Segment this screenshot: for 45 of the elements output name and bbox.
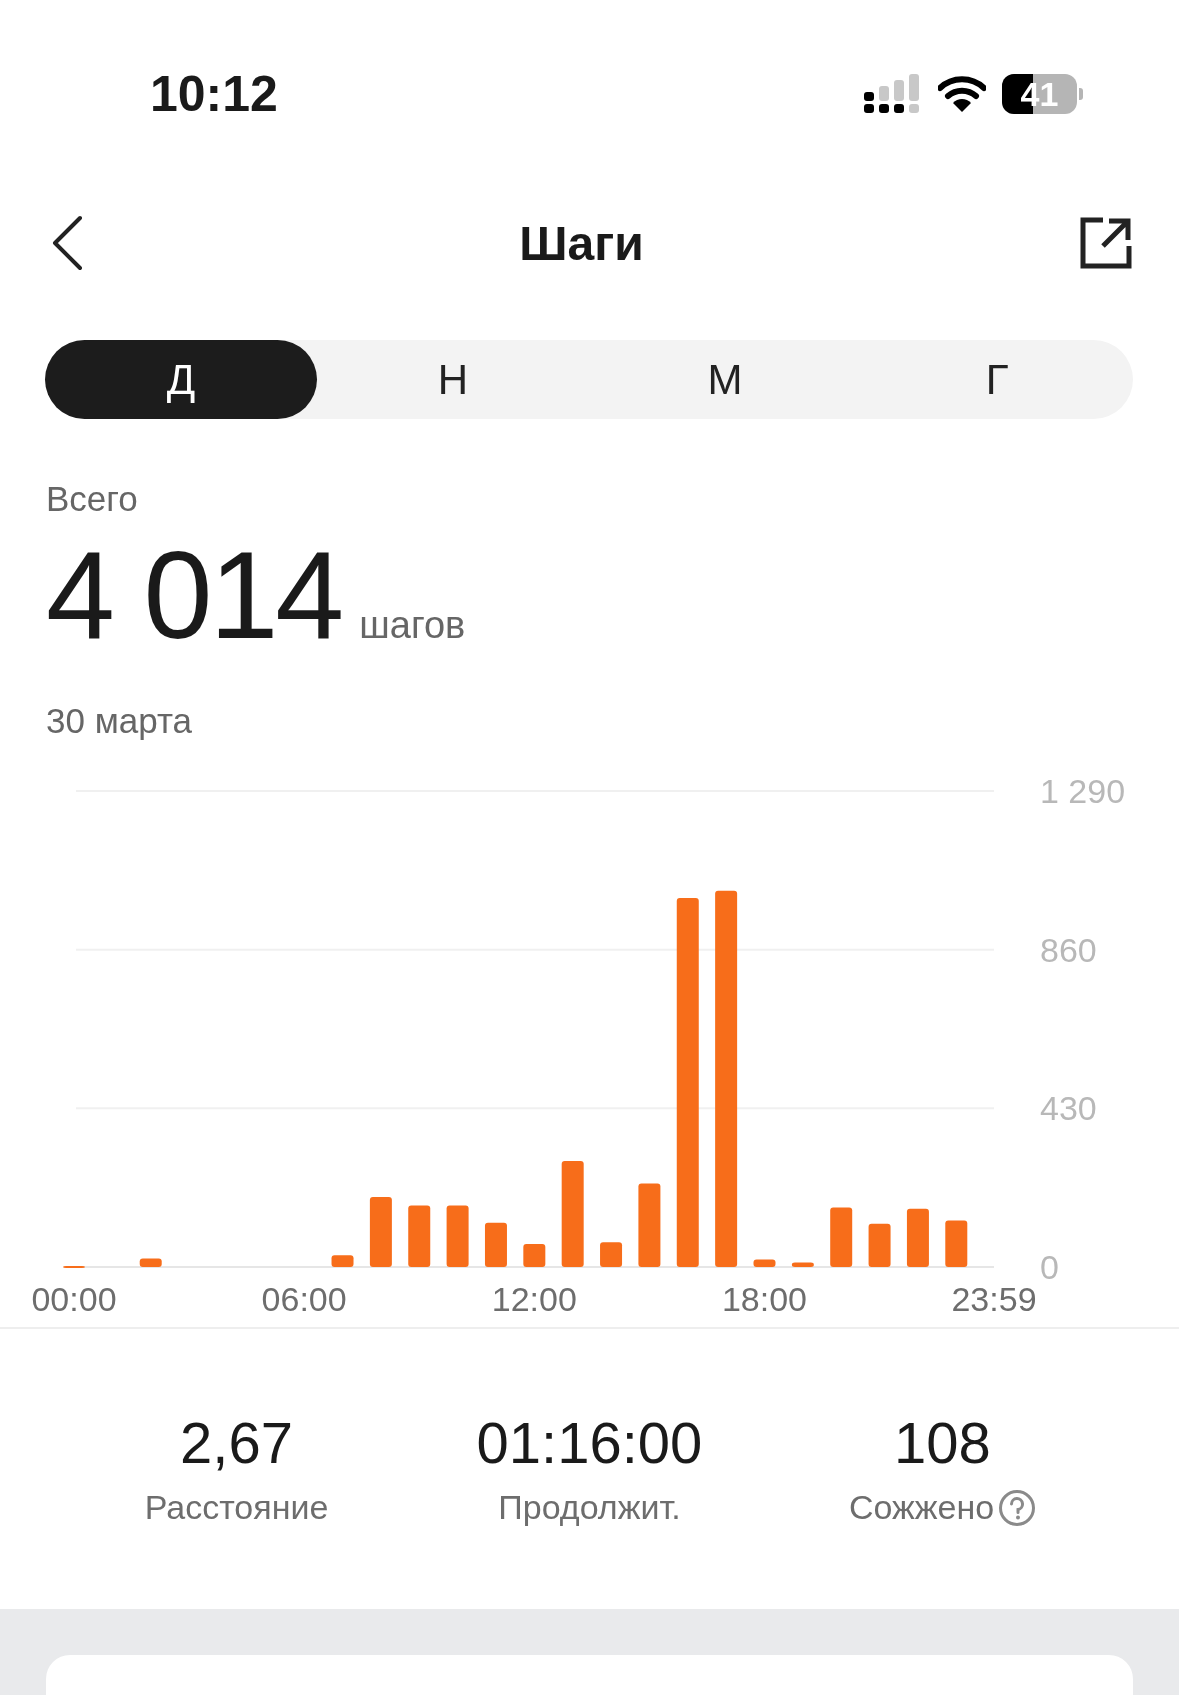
share-icon[interactable] bbox=[1079, 216, 1133, 271]
signal-icon bbox=[864, 74, 922, 115]
period-tab[interactable]: Г bbox=[861, 339, 1133, 420]
y-axis-label: 430 bbox=[1040, 1089, 1097, 1128]
x-axis-label: 06:00 bbox=[261, 1280, 347, 1319]
period-tab[interactable]: М bbox=[589, 339, 861, 420]
status-time: 10:12 bbox=[150, 65, 278, 124]
bar bbox=[446, 1205, 469, 1268]
bar bbox=[753, 1260, 776, 1268]
bar bbox=[906, 1209, 929, 1268]
x-axis-label: 23:59 bbox=[951, 1280, 1037, 1319]
y-axis-label: 1 290 bbox=[1040, 772, 1126, 811]
total-label: Всего bbox=[46, 479, 138, 520]
bar bbox=[331, 1255, 354, 1268]
bar bbox=[484, 1223, 507, 1268]
total-steps: 4 014 bbox=[46, 533, 342, 658]
period-tab[interactable]: Н bbox=[317, 339, 589, 420]
stat-value: 2,67 bbox=[180, 1409, 293, 1477]
date-label: 30 марта bbox=[46, 701, 192, 742]
stat-value: 01:16:00 bbox=[476, 1409, 703, 1477]
bar bbox=[791, 1263, 814, 1268]
period-tab[interactable]: Д bbox=[45, 339, 317, 420]
bar bbox=[63, 1266, 85, 1269]
bar bbox=[523, 1244, 546, 1268]
stat-label: Продолжит. bbox=[498, 1488, 681, 1528]
x-axis-label: 00:00 bbox=[31, 1280, 117, 1319]
bar bbox=[369, 1197, 392, 1268]
bar bbox=[408, 1205, 431, 1268]
wifi-icon bbox=[938, 75, 986, 114]
y-axis-label: 0 bbox=[1040, 1248, 1059, 1287]
y-axis-label: 860 bbox=[1040, 931, 1097, 970]
stat-value: 108 bbox=[894, 1409, 991, 1477]
stat-label: Сожжено bbox=[848, 1488, 995, 1528]
bar bbox=[139, 1258, 162, 1268]
bar bbox=[868, 1224, 891, 1268]
bar bbox=[600, 1242, 623, 1268]
help-icon[interactable] bbox=[998, 1488, 1037, 1527]
x-axis-label: 12:00 bbox=[491, 1280, 577, 1319]
back-icon[interactable] bbox=[50, 215, 84, 272]
bar bbox=[945, 1220, 968, 1268]
steps-unit: шагов bbox=[359, 604, 466, 648]
page-title: Шаги bbox=[519, 215, 644, 271]
stat-label: Расстояние bbox=[144, 1488, 329, 1528]
x-axis-label: 18:00 bbox=[721, 1280, 808, 1319]
bar bbox=[830, 1208, 853, 1268]
